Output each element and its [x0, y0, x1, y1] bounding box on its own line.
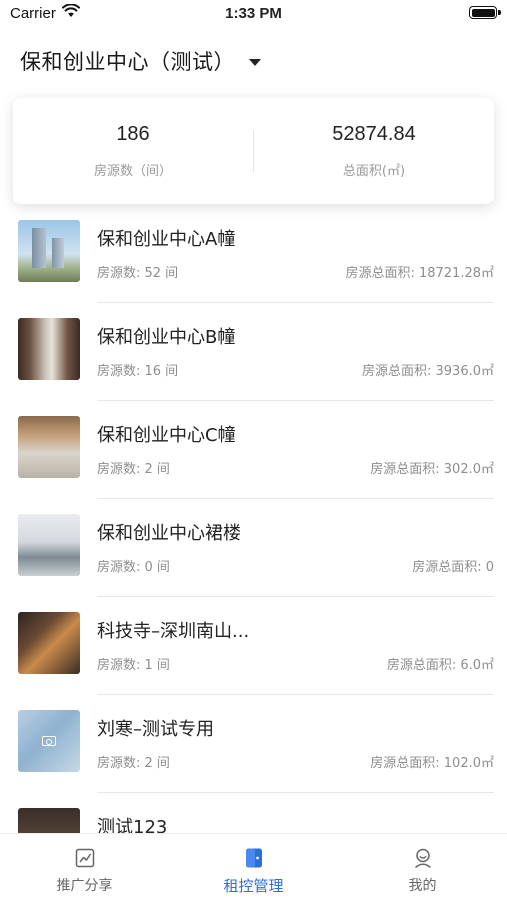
clock: 1:33 PM — [225, 5, 282, 22]
total-area: 房源总面积: 0 — [412, 560, 494, 575]
building-thumbnail — [18, 710, 80, 772]
tab-rental-control[interactable]: 租控管理 — [169, 834, 338, 900]
total-area: 房源总面积: 6.0㎡ — [386, 658, 494, 673]
tab-label: 租控管理 — [223, 877, 284, 895]
tab-promote-share[interactable]: 推广分享 — [0, 834, 169, 900]
building-item[interactable]: 保和创业中心A幢 房源数: 52 间 房源总面积: 18721.28㎡ — [0, 205, 507, 303]
building-thumbnail — [18, 808, 80, 833]
building-title: 刘寒–测试专用 — [97, 719, 214, 740]
building-thumbnail — [18, 318, 80, 380]
building-thumbnail — [18, 612, 80, 674]
tab-mine[interactable]: 我的 — [338, 834, 507, 900]
tab-bar: 推广分享 租控管理 我的 — [0, 833, 507, 900]
building-item[interactable]: 保和创业中心裙楼 房源数: 0 间 房源总面积: 0 — [0, 499, 507, 597]
total-area: 房源总面积: 302.0㎡ — [370, 462, 494, 477]
building-title: 保和创业中心裙楼 — [97, 523, 241, 544]
building-title: 保和创业中心C幢 — [97, 425, 236, 446]
profile-icon — [414, 848, 431, 868]
building-thumbnail — [18, 514, 80, 576]
camera-icon — [42, 736, 56, 746]
total-area: 房源总面积: 3936.0㎡ — [362, 364, 494, 379]
battery-icon — [469, 6, 497, 19]
chart-icon — [75, 848, 94, 868]
door-icon — [245, 848, 262, 868]
room-count: 房源数: 2 间 — [97, 756, 170, 771]
building-title: 保和创业中心A幢 — [97, 229, 236, 250]
rooms-summary: 186 房源数（间） — [13, 123, 253, 179]
building-item[interactable]: 测试123 — [0, 793, 507, 833]
building-title: 测试123 — [97, 817, 168, 833]
room-count: 房源数: 16 间 — [97, 364, 179, 379]
room-count: 房源数: 0 间 — [97, 560, 170, 575]
project-name: 保和创业中心（测试） — [20, 50, 235, 74]
building-thumbnail — [18, 220, 80, 282]
status-bar: Carrier 1:33 PM — [0, 0, 507, 28]
building-thumbnail — [18, 416, 80, 478]
total-area: 房源总面积: 18721.28㎡ — [345, 266, 494, 281]
total-area: 房源总面积: 102.0㎡ — [370, 756, 494, 771]
project-selector[interactable]: 保和创业中心（测试） — [20, 44, 261, 78]
battery-tip — [498, 10, 501, 15]
rooms-count-value: 186 — [116, 123, 150, 145]
caret-down-icon — [249, 58, 261, 66]
total-area-value: 52874.84 — [332, 123, 416, 145]
total-area-label: 总面积(㎡) — [342, 164, 406, 179]
tab-label: 推广分享 — [56, 878, 113, 894]
tab-label: 我的 — [408, 878, 437, 894]
building-item[interactable]: 保和创业中心B幢 房源数: 16 间 房源总面积: 3936.0㎡ — [0, 303, 507, 401]
room-count: 房源数: 1 间 — [97, 658, 170, 673]
building-item[interactable]: 刘寒–测试专用 房源数: 2 间 房源总面积: 102.0㎡ — [0, 695, 507, 793]
area-summary: 52874.84 总面积(㎡) — [254, 123, 494, 179]
room-count: 房源数: 2 间 — [97, 462, 170, 477]
building-item[interactable]: 科技寺–深圳南山... 房源数: 1 间 房源总面积: 6.0㎡ — [0, 597, 507, 695]
summary-card: 186 房源数（间） 52874.84 总面积(㎡) — [13, 98, 494, 204]
rooms-count-label: 房源数（间） — [93, 164, 172, 179]
building-list: 保和创业中心A幢 房源数: 52 间 房源总面积: 18721.28㎡ 保和创业… — [0, 205, 507, 833]
building-item[interactable]: 保和创业中心C幢 房源数: 2 间 房源总面积: 302.0㎡ — [0, 401, 507, 499]
building-title: 保和创业中心B幢 — [97, 327, 236, 348]
room-count: 房源数: 52 间 — [97, 266, 179, 281]
building-title: 科技寺–深圳南山... — [97, 621, 250, 642]
